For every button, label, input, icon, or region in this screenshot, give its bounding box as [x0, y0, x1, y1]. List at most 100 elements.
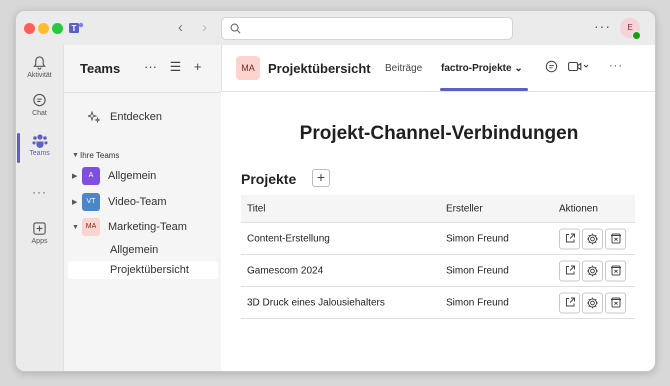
- channel-item-projektuebersicht[interactable]: Projektübersicht: [68, 261, 218, 279]
- trash-icon: [610, 233, 621, 243]
- caret-right-icon: ▶: [72, 173, 78, 180]
- gear-icon: [587, 233, 598, 244]
- open-external-icon: [565, 297, 575, 306]
- column-header-creator: Ersteller: [446, 203, 483, 214]
- projects-heading: Projekte: [241, 171, 297, 187]
- rail-item-apps[interactable]: Apps: [16, 221, 63, 245]
- open-button[interactable]: [559, 292, 580, 313]
- settings-button[interactable]: [582, 292, 603, 313]
- search-icon: [230, 23, 241, 34]
- your-teams-section[interactable]: ▼Ihre Teams: [72, 151, 119, 160]
- team-avatar: MA: [82, 218, 100, 236]
- search-input[interactable]: [221, 17, 513, 40]
- channel-item-allgemein[interactable]: Allgemein: [68, 241, 218, 259]
- projects-table: Titel Ersteller Aktionen Content-Erstell…: [241, 195, 635, 319]
- rail-item-chat[interactable]: Chat: [16, 93, 63, 117]
- bell-icon: [33, 56, 46, 70]
- meet-button[interactable]: [568, 60, 590, 76]
- team-name: Marketing-Team: [108, 220, 187, 233]
- team-name: Allgemein: [108, 169, 157, 182]
- team-avatar: A: [82, 167, 100, 185]
- rail-label-activity: Aktivität: [27, 72, 52, 79]
- teams-sidebar: Teams ··· ☰ + Entdecken ▼Ihre Teams ▶ A Al…: [63, 45, 222, 371]
- team-avatar: VT: [82, 193, 100, 211]
- sidebar-divider: [64, 92, 222, 93]
- row-actions: [559, 292, 628, 313]
- column-header-actions: Aktionen: [559, 203, 598, 214]
- add-team-button[interactable]: +: [194, 59, 202, 74]
- rail-item-teams[interactable]: Teams: [16, 133, 63, 163]
- rail-label-teams: Teams: [29, 150, 50, 157]
- section-label: Ihre Teams: [80, 151, 120, 160]
- apps-icon: [33, 222, 46, 235]
- open-button[interactable]: [559, 260, 580, 281]
- channel-header: MA Projektübersicht Beiträge factro-Proj…: [221, 45, 655, 92]
- team-item-video-team[interactable]: ▶ VT Video-Team: [72, 193, 167, 211]
- sidebar-title: Teams: [80, 61, 121, 76]
- rail-item-more[interactable]: ···: [16, 185, 63, 199]
- maximize-window-button[interactable]: [52, 23, 63, 34]
- filter-icon[interactable]: ☰: [170, 59, 182, 74]
- more-options-button[interactable]: ···: [594, 18, 611, 34]
- app-rail: Aktivität Chat Teams ··· Apps: [16, 45, 63, 371]
- table-header: Titel Ersteller Aktionen: [241, 195, 635, 223]
- sidebar-more-button[interactable]: ···: [144, 59, 157, 74]
- table-row: Gamescom 2024 Simon Freund: [241, 255, 635, 287]
- tab-factro-projekte[interactable]: factro-Projekte ⌄: [441, 63, 523, 74]
- teams-window: T ‹ › ··· E Aktivität Chat Teams ··· App…: [15, 10, 656, 372]
- project-title: Gamescom 2024: [247, 265, 324, 276]
- channel-title: Projektübersicht: [268, 61, 371, 76]
- video-camera-icon: [568, 61, 589, 72]
- active-tab-underline: [440, 88, 528, 91]
- project-title: 3D Druck eines Jalousiehalters: [247, 297, 385, 308]
- channel-avatar: MA: [236, 56, 260, 80]
- chat-bubble-icon: [545, 60, 558, 73]
- minimize-window-button[interactable]: [38, 23, 49, 34]
- page-heading: Projekt-Channel-Verbindungen: [299, 123, 579, 144]
- project-title: Content-Erstellung: [247, 233, 330, 244]
- table-row: 3D Druck eines Jalousiehalters Simon Fre…: [241, 287, 635, 319]
- caret-right-icon: ▶: [72, 199, 78, 206]
- sparkle-icon: [86, 110, 101, 124]
- open-external-icon: [565, 233, 575, 242]
- teams-icon: [32, 134, 47, 148]
- rail-label-apps: Apps: [31, 238, 48, 245]
- row-actions: [559, 260, 628, 281]
- team-name: Video-Team: [108, 195, 167, 208]
- project-creator: Simon Freund: [446, 297, 509, 308]
- sidebar-actions: ··· ☰ +: [144, 59, 211, 75]
- status-indicator: [632, 31, 641, 40]
- chat-icon: [33, 93, 46, 107]
- team-item-allgemein[interactable]: ▶ A Allgemein: [72, 167, 156, 185]
- gear-icon: [587, 265, 598, 276]
- row-actions: [559, 228, 628, 249]
- channel-main: MA Projektübersicht Beiträge factro-Proj…: [221, 45, 655, 371]
- conversation-button[interactable]: [545, 60, 558, 76]
- gear-icon: [587, 297, 598, 308]
- add-project-button[interactable]: +: [312, 169, 330, 187]
- column-header-title: Titel: [247, 203, 266, 214]
- discover-link[interactable]: Entdecken: [86, 110, 162, 124]
- project-creator: Simon Freund: [446, 265, 509, 276]
- delete-button[interactable]: [605, 260, 626, 281]
- tab-beitraege[interactable]: Beiträge: [385, 63, 422, 74]
- close-window-button[interactable]: [24, 23, 35, 34]
- project-creator: Simon Freund: [446, 233, 509, 244]
- caret-down-icon: ▼: [72, 223, 79, 231]
- delete-button[interactable]: [605, 292, 626, 313]
- settings-button[interactable]: [582, 228, 603, 249]
- team-item-marketing-team[interactable]: ▼ MA Marketing-Team: [72, 218, 187, 236]
- settings-button[interactable]: [582, 260, 603, 281]
- forward-arrow-icon[interactable]: ›: [202, 19, 207, 36]
- back-arrow-icon[interactable]: ‹: [178, 19, 183, 36]
- svg-text:T: T: [72, 24, 77, 33]
- caret-down-icon: ▼: [72, 152, 79, 160]
- channel-more-button[interactable]: ···: [609, 60, 623, 72]
- trash-icon: [610, 297, 621, 307]
- rail-item-activity[interactable]: Aktivität: [16, 55, 63, 79]
- delete-button[interactable]: [605, 228, 626, 249]
- active-indicator: [17, 133, 20, 163]
- open-button[interactable]: [559, 228, 580, 249]
- title-bar: T ‹ › ··· E: [16, 11, 655, 45]
- teams-logo-icon: T: [69, 22, 84, 33]
